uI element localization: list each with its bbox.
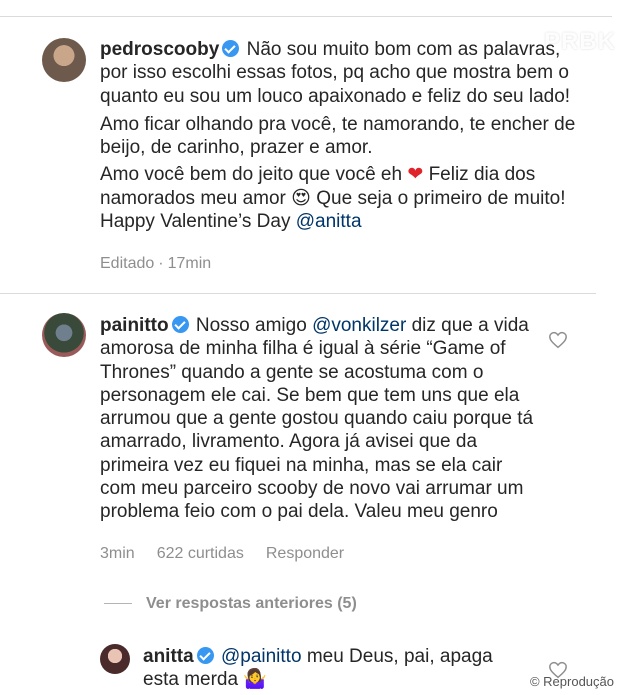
comment-text-segment: Amo você bem do jeito que você eh [100,164,403,186]
comment-anitta: anitta @painitto meu Deus, pai, apaga es… [143,645,523,692]
comment-paragraph-3: Amo você bem do jeito que você eh ❤ Feli… [100,163,580,233]
mention-vonkilzer[interactable]: @vonkilzer [312,315,406,336]
heart-eyes-emoji-icon: 😍 [291,187,311,209]
avatar-painitto[interactable] [42,313,86,357]
red-heart-emoji-icon: ❤ [407,164,424,186]
comment-meta-pedroscooby: Editado · 17min [100,255,233,273]
verified-badge-icon [171,316,189,333]
woman-shrugging-emoji-icon: 🤷‍♀️ [243,669,267,691]
edited-label: Editado [100,255,155,272]
comment-divider [0,293,596,294]
comment-meta-painitto: 3min 622 curtidas Responder [100,545,366,563]
verified-badge-icon [222,40,240,57]
mention-painitto[interactable]: @painitto [221,646,302,667]
username-anitta[interactable]: anitta [143,646,194,667]
comment-text-segment: diz que a vida amorosa de minha filha é … [100,315,534,523]
username-pedroscooby[interactable]: pedroscooby [100,39,219,60]
comment-paragraph-2: Amo ficar olhando pra você, te namorando… [100,113,576,159]
comment-time: 17min [167,255,212,272]
comment-text-segment: meu Deus, pai, apaga esta merda [143,646,493,691]
avatar-pedroscooby[interactable] [42,38,86,82]
reply-button[interactable]: Responder [266,545,344,562]
comment-pedroscooby: pedroscooby Não sou muito bom com as pal… [100,38,580,233]
username-painitto[interactable]: painitto [100,315,169,336]
top-divider [0,16,612,17]
like-heart-icon[interactable] [548,331,568,349]
meta-dot: · [158,255,164,272]
comment-painitto: painitto Nosso amigo @vonkilzer diz que … [100,314,540,524]
likes-count[interactable]: 622 curtidas [157,545,244,562]
mention-anitta[interactable]: @anitta [296,211,362,232]
view-previous-replies-button[interactable]: Ver respostas anteriores (5) [104,595,357,613]
comment-text-segment: Nosso amigo [195,315,307,336]
comment-time: 3min [100,545,135,562]
avatar-anitta[interactable] [100,644,130,674]
credit-label: © Reprodução [529,674,614,689]
verified-badge-icon [196,647,214,664]
